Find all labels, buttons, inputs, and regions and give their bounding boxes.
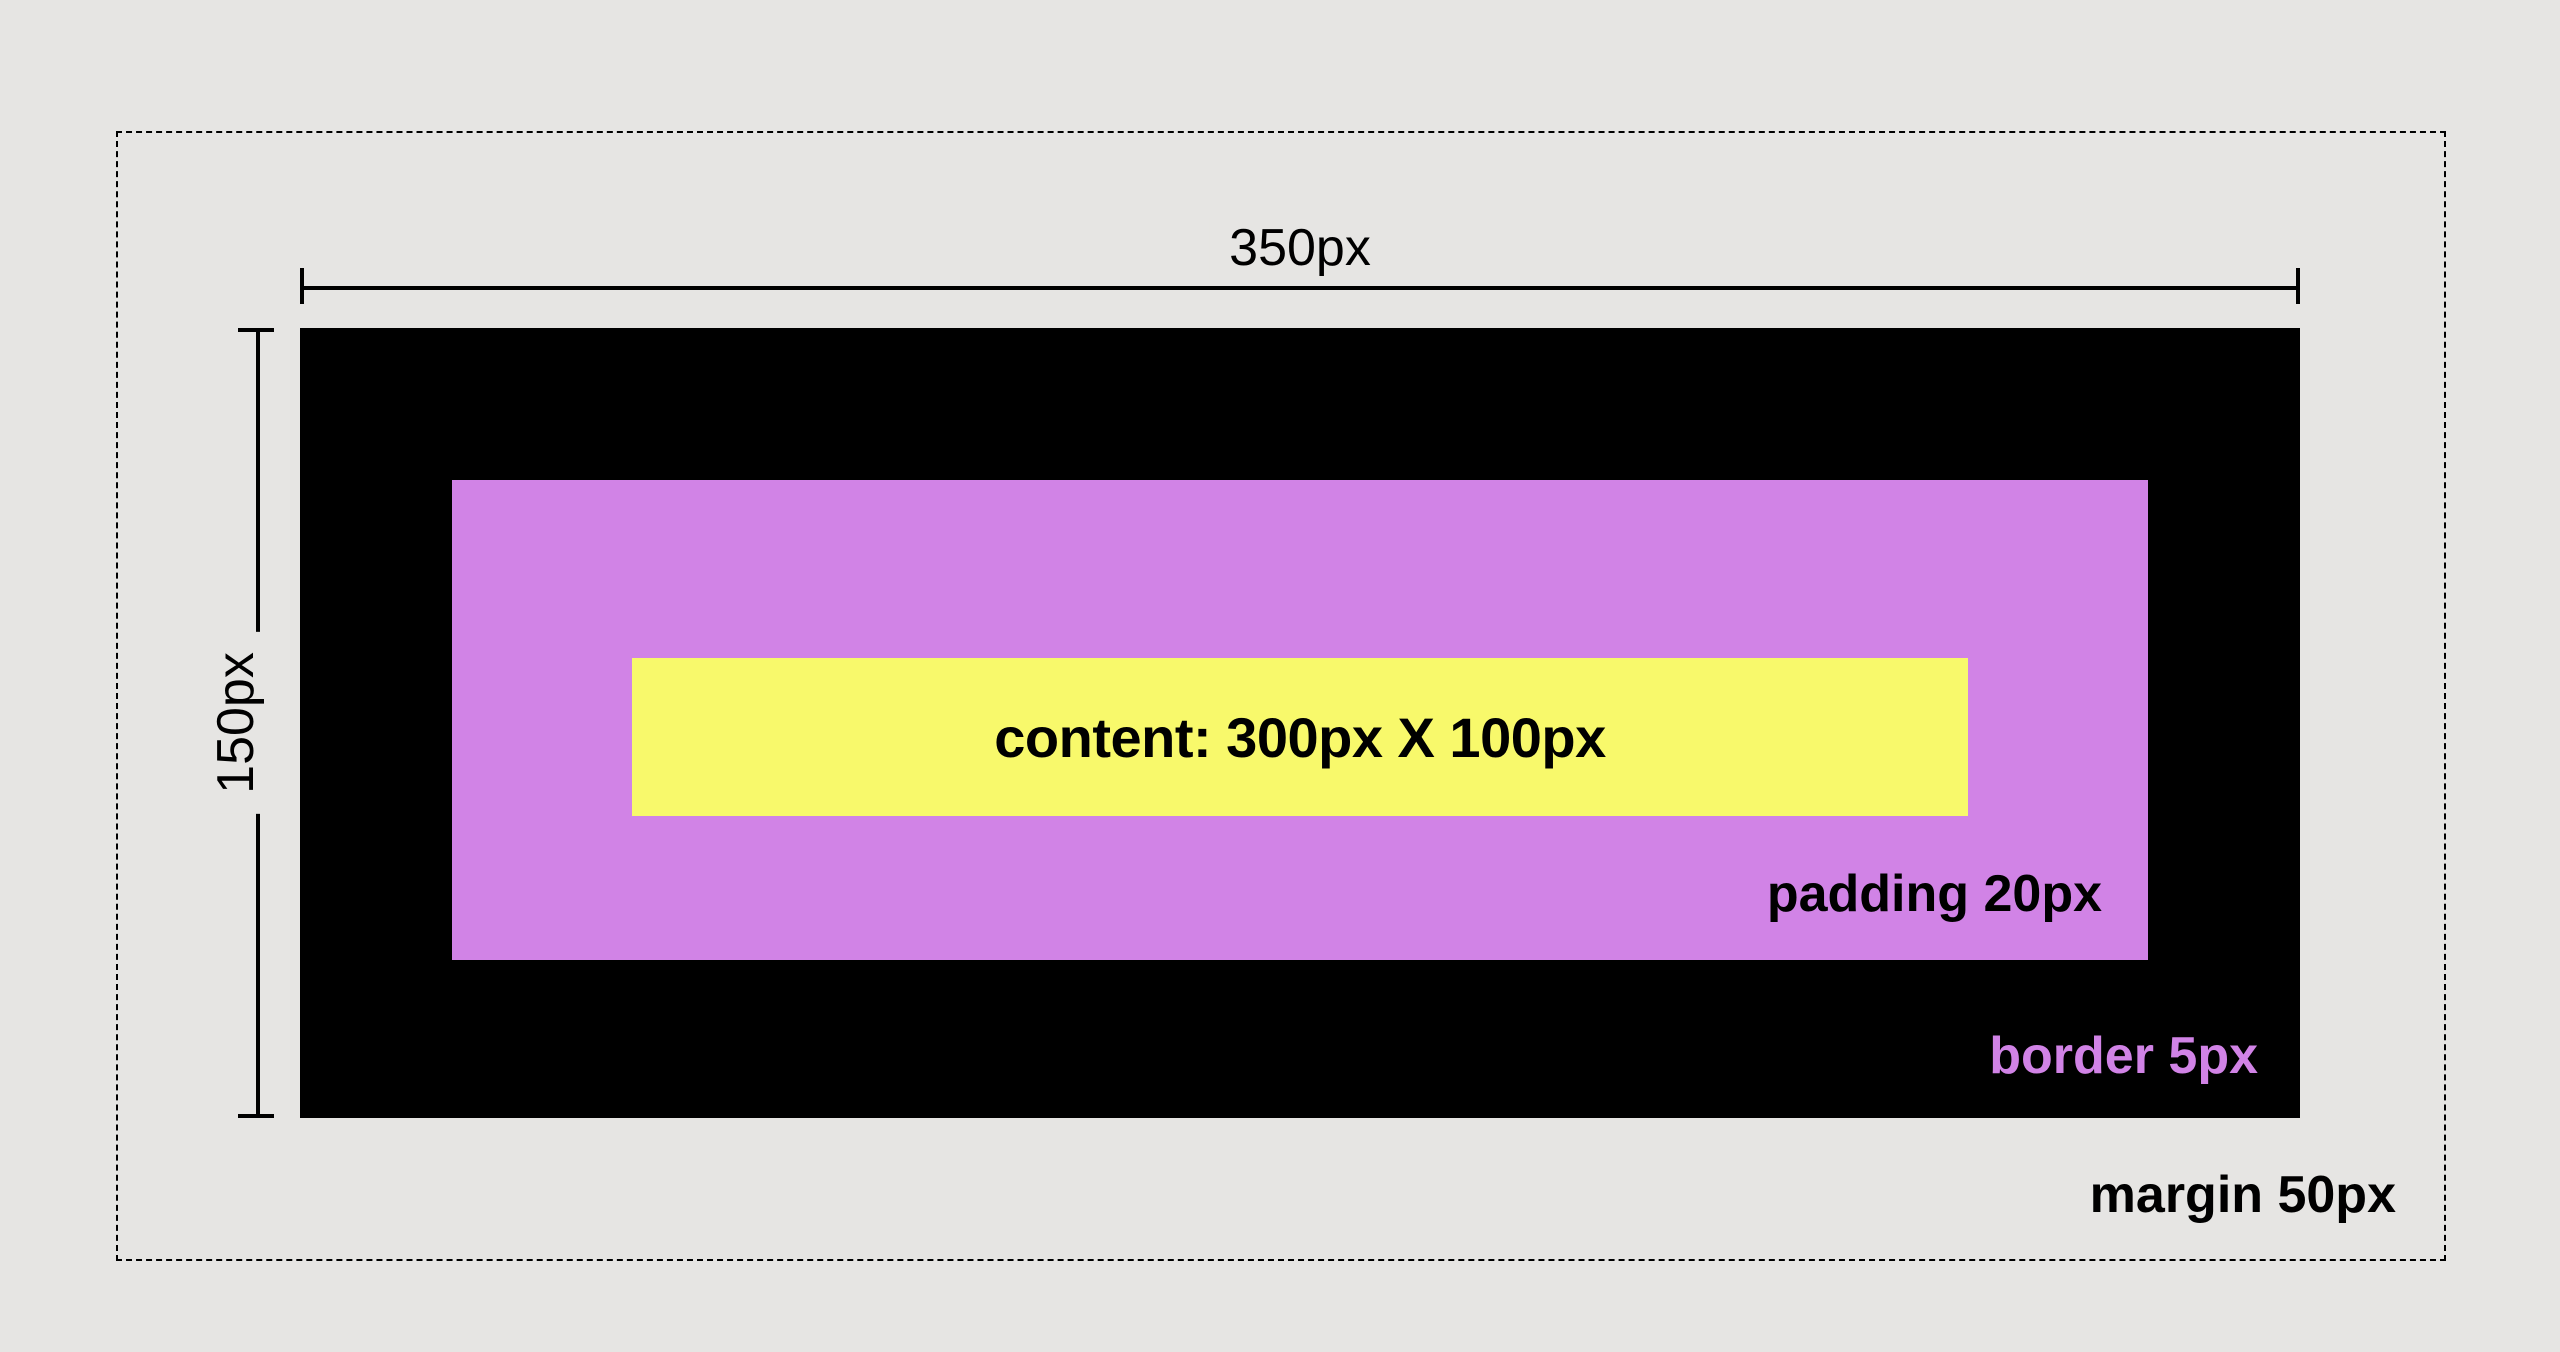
width-dimension-bracket: 350px xyxy=(300,236,2300,296)
width-tick-left xyxy=(300,268,304,304)
content-label: content: 300px X 100px xyxy=(994,705,1605,770)
width-bracket-line xyxy=(300,286,2300,290)
box-model-diagram: margin 50px 350px 150px border 5px paddi… xyxy=(116,131,2446,1261)
content-box: content: 300px X 100px xyxy=(632,658,1968,816)
padding-box: padding 20px content: 300px X 100px xyxy=(452,480,2148,960)
margin-label: margin 50px xyxy=(2090,1165,2396,1225)
height-dimension-bracket: 150px xyxy=(206,328,266,1118)
height-tick-bottom xyxy=(238,1114,274,1118)
border-box: border 5px padding 20px content: 300px X… xyxy=(300,328,2300,1118)
width-tick-right xyxy=(2296,268,2300,304)
width-label: 350px xyxy=(1209,218,1391,278)
height-tick-top xyxy=(238,328,274,332)
border-label: border 5px xyxy=(1989,1026,2258,1086)
height-label: 150px xyxy=(206,632,266,814)
padding-label: padding 20px xyxy=(1767,864,2102,924)
